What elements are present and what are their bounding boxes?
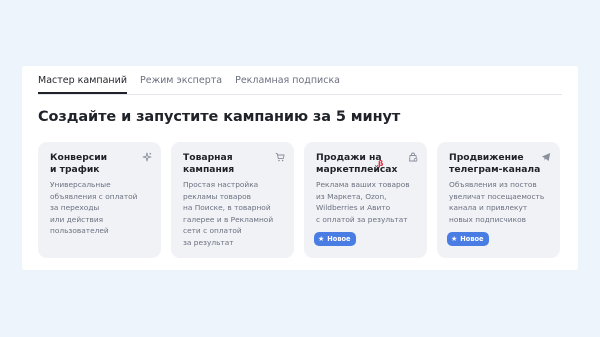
sparkle-icon <box>142 152 152 162</box>
card-product-campaign[interactable]: Товарная кампания Простая настройка рекл… <box>171 142 294 258</box>
page-title: Создайте и запустите кампанию за 5 минут <box>38 109 401 125</box>
card-marketplace-sales[interactable]: Продажи на маркетплейсах β Реклама ваших… <box>304 142 427 258</box>
new-badge-label: Новое <box>460 235 484 243</box>
tab-expert-mode[interactable]: Режим эксперта <box>140 74 222 94</box>
tab-ad-subscription[interactable]: Рекламная подписка <box>235 74 340 94</box>
campaign-type-cards: Конверсии и трафик Универсальные объявле… <box>38 142 560 258</box>
cart-icon <box>275 153 285 162</box>
new-badge-label: Новое <box>327 235 351 243</box>
campaign-panel: Мастер кампаний Режим эксперта Рекламная… <box>22 66 578 270</box>
card-description: Реклама ваших товаров из Маркета, Ozon, … <box>316 180 410 224</box>
card-title: Товарная кампания <box>183 152 235 175</box>
star-icon: ★ <box>451 235 458 243</box>
shopping-bag-icon <box>409 152 418 162</box>
mode-tabs: Мастер кампаний Режим эксперта Рекламная… <box>38 74 562 95</box>
card-description: Простая настройка рекламы товаров на Пои… <box>183 180 274 247</box>
tab-campaign-wizard[interactable]: Мастер кампаний <box>38 74 127 94</box>
new-badge: ★ Новое <box>314 232 356 246</box>
star-icon: ★ <box>318 235 325 243</box>
card-title: Продажи на маркетплейсах <box>316 152 398 175</box>
card-telegram-promotion[interactable]: Продвижение телеграм-канала Объявления и… <box>437 142 560 258</box>
card-description: Объявления из постов увеличат посещаемос… <box>449 180 545 224</box>
card-conversions-traffic[interactable]: Конверсии и трафик Универсальные объявле… <box>38 142 161 258</box>
card-title: Продвижение телеграм-канала <box>449 152 541 175</box>
card-description: Универсальные объявления с оплатой за пе… <box>50 180 138 236</box>
new-badge: ★ Новое <box>447 232 489 246</box>
telegram-send-icon <box>541 153 551 161</box>
card-title: Конверсии и трафик <box>50 152 108 175</box>
beta-badge: β <box>378 159 384 168</box>
